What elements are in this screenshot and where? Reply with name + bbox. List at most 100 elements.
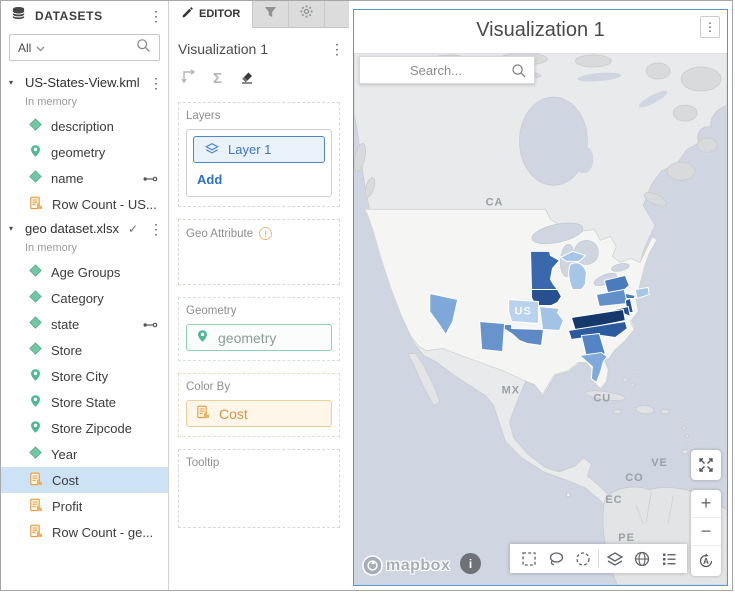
eraser-icon[interactable] xyxy=(239,68,255,89)
zoom-out-button[interactable]: − xyxy=(691,518,721,546)
field-item[interactable]: Store City xyxy=(1,363,168,389)
field-label[interactable]: Profit xyxy=(52,499,82,514)
dataset-name[interactable]: geo dataset.xlsx xyxy=(25,221,121,236)
field-item[interactable]: geometry xyxy=(1,139,168,165)
legend-tool[interactable] xyxy=(655,544,682,573)
collapse-caret-icon[interactable]: ▾ xyxy=(9,78,18,87)
field-label[interactable]: Store State xyxy=(51,395,116,410)
fullscreen-button[interactable] xyxy=(691,450,721,480)
box-select-tool[interactable] xyxy=(515,544,542,573)
map-base: CAUSMXCUVECOECPE xyxy=(354,53,727,585)
field-item[interactable]: name xyxy=(1,165,168,191)
layer-chip[interactable]: Layer 1 xyxy=(193,136,325,163)
state-shape[interactable] xyxy=(480,322,505,352)
mapbox-logo[interactable]: mapbox xyxy=(362,555,450,576)
layers-box: Layer 1 Add xyxy=(186,129,332,197)
measure-icon xyxy=(196,405,210,422)
field-item[interactable]: Store Zipcode xyxy=(1,415,168,441)
map-canvas[interactable]: CAUSMXCUVECOECPE + − A xyxy=(354,53,727,585)
dataset-menu-button[interactable]: ⋮ xyxy=(149,222,159,236)
mapbox-wordmark: mapbox xyxy=(386,557,450,575)
field-label[interactable]: description xyxy=(51,119,114,134)
visualization-menu-button[interactable]: ⋮ xyxy=(700,16,720,38)
map-layers-tool[interactable] xyxy=(601,544,628,573)
section-tooltip[interactable]: Tooltip xyxy=(178,449,340,528)
field-label[interactable]: Row Count - US... xyxy=(52,197,157,212)
lasso-select-tool[interactable] xyxy=(542,544,569,573)
field-label[interactable]: Cost xyxy=(52,473,79,488)
dataset-name[interactable]: US-States-View.kml xyxy=(25,75,142,90)
field-item[interactable]: Store xyxy=(1,337,168,363)
attribution-info-button[interactable]: i xyxy=(460,553,481,574)
tab-filter[interactable] xyxy=(253,1,289,27)
datasets-menu-button[interactable]: ⋮ xyxy=(149,9,159,23)
section-geometry[interactable]: Geometry geometry xyxy=(178,297,340,361)
search-icon[interactable] xyxy=(136,38,151,58)
field-item[interactable]: Age Groups xyxy=(1,259,168,285)
collapse-caret-icon[interactable]: ▾ xyxy=(9,224,18,233)
datasets-panel: DATASETS ⋮ All ▾US-States-View.kml⋮In me… xyxy=(1,1,169,590)
map-search[interactable] xyxy=(359,56,535,84)
database-icon xyxy=(11,6,26,26)
visualization-title: Visualization 1 xyxy=(354,10,727,53)
map-search-icon[interactable] xyxy=(511,63,527,84)
field-label[interactable]: Age Groups xyxy=(51,265,120,280)
geo-attribute-dropzone[interactable] xyxy=(186,247,332,275)
editor-viz-menu-button[interactable]: ⋮ xyxy=(330,42,340,56)
basemap-globe-tool[interactable] xyxy=(628,544,655,573)
editor-panel: EDITOR Visualization 1 ⋮ xyxy=(169,1,349,590)
location-pin-icon xyxy=(196,329,209,346)
field-item[interactable]: Row Count - US... xyxy=(1,191,168,217)
field-item[interactable]: description xyxy=(1,113,168,139)
map-search-input[interactable] xyxy=(360,57,534,83)
field-item[interactable]: Profit xyxy=(1,493,168,519)
tooltip-dropzone[interactable] xyxy=(186,476,332,518)
state-shape[interactable] xyxy=(635,287,649,298)
field-item[interactable]: state xyxy=(1,311,168,337)
datasets-header: DATASETS ⋮ xyxy=(1,1,168,31)
tab-settings[interactable] xyxy=(289,1,325,27)
svg-text:A: A xyxy=(703,557,709,566)
field-label[interactable]: Store xyxy=(51,343,82,358)
sigma-icon[interactable]: Σ xyxy=(213,70,222,87)
section-color-by[interactable]: Color By Cost xyxy=(178,373,340,437)
map-country-label: VE xyxy=(651,457,668,469)
geometry-chip[interactable]: geometry xyxy=(186,324,332,351)
field-label[interactable]: geometry xyxy=(51,145,105,160)
field-item[interactable]: Store State xyxy=(1,389,168,415)
field-label[interactable]: Store Zipcode xyxy=(51,421,132,436)
dataset-row[interactable]: ▾geo dataset.xlsx✓⋮ xyxy=(1,217,168,240)
layer-chip-label: Layer 1 xyxy=(228,142,271,157)
field-label[interactable]: Row Count - ge... xyxy=(52,525,153,540)
map-country-label: US xyxy=(515,305,532,317)
mapbox-icon xyxy=(362,555,383,576)
editor-viz-title: Visualization 1 xyxy=(178,41,330,57)
field-label[interactable]: name xyxy=(51,171,84,186)
section-geo-attribute[interactable]: Geo Attribute ! xyxy=(178,219,340,285)
field-label[interactable]: state xyxy=(51,317,79,332)
field-item[interactable]: Year xyxy=(1,441,168,467)
chevron-down-icon xyxy=(36,39,45,57)
compass-reset-button[interactable]: A xyxy=(691,546,721,576)
field-label[interactable]: Category xyxy=(51,291,104,306)
dataset-row[interactable]: ▾ US-States-View.kml ⋮ xyxy=(1,71,168,94)
app-window: DATASETS ⋮ All ▾US-States-View.kml⋮In me… xyxy=(0,0,733,591)
color-by-chip[interactable]: Cost xyxy=(186,400,332,427)
add-layer-button[interactable]: Add xyxy=(197,172,222,187)
filter-value[interactable]: All xyxy=(18,41,31,55)
tab-editor[interactable]: EDITOR xyxy=(169,1,253,28)
state-shape[interactable] xyxy=(569,263,587,290)
link-icon xyxy=(143,317,158,332)
circle-select-tool[interactable] xyxy=(569,544,596,573)
map-country-label: PE xyxy=(618,532,635,544)
dataset-filter[interactable]: All xyxy=(9,34,160,61)
field-label[interactable]: Year xyxy=(51,447,77,462)
map-country-label: CO xyxy=(625,472,643,484)
zoom-in-button[interactable]: + xyxy=(691,490,721,518)
swap-axes-icon[interactable] xyxy=(180,68,196,89)
dataset-menu-button[interactable]: ⋮ xyxy=(149,76,159,90)
field-label[interactable]: Store City xyxy=(51,369,108,384)
field-item[interactable]: Row Count - ge... xyxy=(1,519,168,545)
field-item[interactable]: Cost xyxy=(1,467,168,493)
field-item[interactable]: Category xyxy=(1,285,168,311)
